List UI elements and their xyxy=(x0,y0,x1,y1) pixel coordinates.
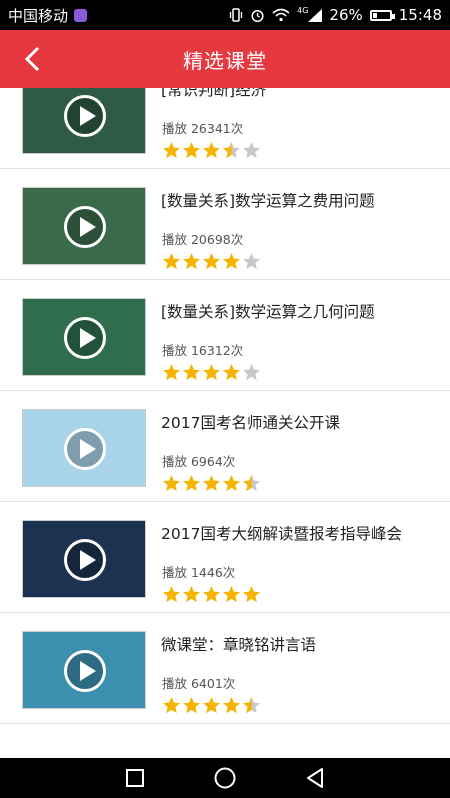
star-icon xyxy=(222,696,241,715)
nav-back-button[interactable] xyxy=(302,765,328,791)
course-item[interactable]: 2017国考大纲解读暨报考指导峰会 播放 1446次 xyxy=(0,502,450,613)
star-icon xyxy=(182,474,201,493)
course-item[interactable]: 2017国考名师通关公开课 播放 6964次 xyxy=(0,391,450,502)
star-icon xyxy=(242,585,261,604)
network-type: 4G xyxy=(297,5,309,15)
wifi-icon xyxy=(272,8,290,22)
star-icon xyxy=(242,363,261,382)
vibrate-icon xyxy=(229,8,243,22)
star-rating xyxy=(162,141,261,160)
star-icon xyxy=(242,141,261,160)
play-icon[interactable] xyxy=(64,317,106,359)
back-icon xyxy=(307,768,323,788)
star-icon xyxy=(162,474,181,493)
star-icon xyxy=(162,252,181,271)
star-rating xyxy=(162,252,261,271)
recent-apps-icon xyxy=(126,769,144,787)
status-bar: 中国移动 4G 26% 15:48 xyxy=(0,0,450,30)
star-icon xyxy=(222,585,241,604)
star-icon xyxy=(182,252,201,271)
notification-app-icon xyxy=(74,8,88,22)
course-thumbnail[interactable] xyxy=(22,187,146,265)
clock: 15:48 xyxy=(398,6,442,24)
play-count: 播放 20698次 xyxy=(162,232,244,247)
battery-percent: 26% xyxy=(329,6,363,24)
system-nav-bar xyxy=(0,758,450,798)
star-rating xyxy=(162,585,261,604)
course-list[interactable]: [常识判断]经济 播放 26341次 [数量关系]数学运算之费用问题 播放 20698… xyxy=(0,88,450,758)
course-item[interactable]: 微课堂：章晓铭讲言语 播放 6401次 xyxy=(0,613,450,724)
star-icon xyxy=(202,696,221,715)
course-title: 2017国考名师通关公开课 xyxy=(161,414,340,432)
signal-icon: 4G xyxy=(297,5,323,22)
status-icons: 4G 26% 15:48 xyxy=(229,6,442,24)
star-rating xyxy=(162,696,261,715)
star-icon xyxy=(242,696,261,715)
play-icon[interactable] xyxy=(64,428,106,470)
course-thumbnail[interactable] xyxy=(22,88,146,154)
star-rating xyxy=(162,474,261,493)
battery-icon xyxy=(369,9,395,21)
play-count: 播放 6964次 xyxy=(162,454,236,469)
star-icon xyxy=(162,141,181,160)
play-icon[interactable] xyxy=(64,95,106,137)
course-title: 2017国考大纲解读暨报考指导峰会 xyxy=(161,525,402,543)
play-icon[interactable] xyxy=(64,650,106,692)
course-thumbnail[interactable] xyxy=(22,409,146,487)
star-rating xyxy=(162,363,261,382)
carrier-label: 中国移动 xyxy=(8,6,69,25)
app-header: 精选课堂 xyxy=(0,30,450,88)
course-title: 微课堂：章晓铭讲言语 xyxy=(161,636,317,654)
star-icon xyxy=(202,585,221,604)
play-count: 播放 1446次 xyxy=(162,565,236,580)
star-icon xyxy=(242,252,261,271)
star-icon xyxy=(182,363,201,382)
star-icon xyxy=(202,474,221,493)
star-icon xyxy=(182,696,201,715)
play-icon[interactable] xyxy=(64,206,106,248)
star-icon xyxy=(222,252,241,271)
course-title: [数量关系]数学运算之费用问题 xyxy=(161,192,375,210)
star-icon xyxy=(162,363,181,382)
home-button[interactable] xyxy=(212,765,238,791)
star-icon xyxy=(162,585,181,604)
course-title: [数量关系]数学运算之几何问题 xyxy=(161,303,375,321)
star-icon xyxy=(162,696,181,715)
play-count: 播放 6401次 xyxy=(162,676,236,691)
course-item[interactable]: [数量关系]数学运算之费用问题 播放 20698次 xyxy=(0,169,450,280)
play-count: 播放 16312次 xyxy=(162,343,244,358)
course-item[interactable]: [数量关系]数学运算之几何问题 播放 16312次 xyxy=(0,280,450,391)
star-icon xyxy=(182,141,201,160)
course-thumbnail[interactable] xyxy=(22,520,146,598)
course-thumbnail[interactable] xyxy=(22,631,146,709)
recent-apps-button[interactable] xyxy=(122,765,148,791)
chevron-left-icon xyxy=(24,46,40,72)
star-icon xyxy=(222,141,241,160)
star-icon xyxy=(202,363,221,382)
star-icon xyxy=(202,252,221,271)
page-title: 精选课堂 xyxy=(183,48,267,73)
carrier: 中国移动 xyxy=(8,5,88,26)
course-thumbnail[interactable] xyxy=(22,298,146,376)
star-icon xyxy=(202,141,221,160)
course-title: [常识判断]经济 xyxy=(161,88,267,99)
play-count: 播放 26341次 xyxy=(162,121,244,136)
star-icon xyxy=(222,363,241,382)
star-icon xyxy=(182,585,201,604)
back-button[interactable] xyxy=(18,44,48,74)
home-icon xyxy=(214,767,236,789)
course-item[interactable]: [常识判断]经济播放 26341次 xyxy=(0,88,450,169)
star-icon xyxy=(222,474,241,493)
play-icon[interactable] xyxy=(64,539,106,581)
star-icon xyxy=(242,474,261,493)
alarm-icon xyxy=(250,8,265,23)
